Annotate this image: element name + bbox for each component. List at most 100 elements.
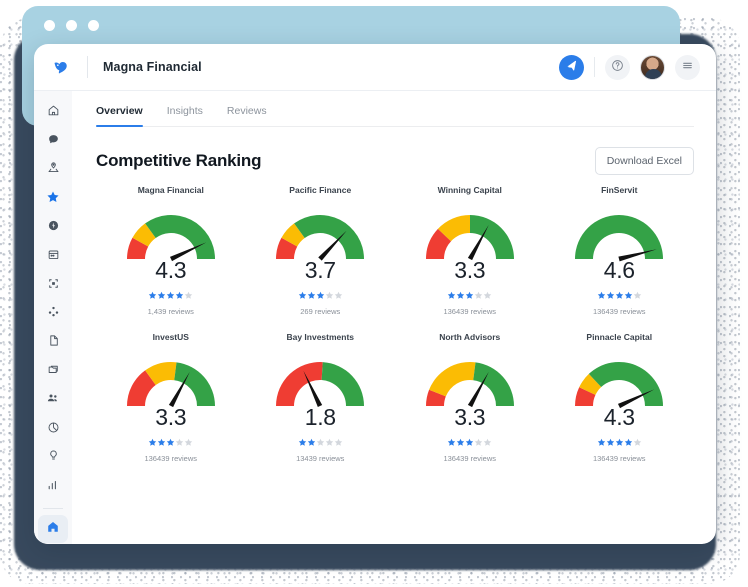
gauge-score: 1.8: [304, 404, 336, 430]
page-title: Competitive Ranking: [96, 151, 262, 170]
lightbulb-icon: [47, 449, 60, 467]
gauge-dial: [276, 362, 365, 408]
gauge-dial: [126, 362, 215, 408]
gauge-dial: [575, 362, 664, 409]
tab-insights[interactable]: Insights: [167, 105, 203, 126]
user-avatar[interactable]: [640, 54, 665, 80]
gauge-title: Winning Capital: [437, 185, 502, 195]
gauge-card[interactable]: Magna Financial 4.3 1,439 reviews: [96, 185, 246, 316]
gauge-score: 3.3: [454, 404, 486, 430]
menu-button[interactable]: [675, 54, 700, 80]
gauge-score: 4.6: [603, 257, 635, 283]
gauge-dial: [425, 215, 514, 261]
window-controls[interactable]: [44, 20, 99, 31]
folder-icon: [47, 363, 60, 381]
help-button[interactable]: [605, 54, 630, 80]
sidebar-item-analytics[interactable]: [38, 473, 68, 501]
sidebar-item-reports[interactable]: [38, 416, 68, 444]
gauge-grid: Magna Financial 4.3 1,439 reviews Pacifi…: [96, 185, 694, 463]
users-icon: [46, 391, 60, 410]
window-dot-close[interactable]: [44, 20, 55, 31]
tab-overview[interactable]: Overview: [96, 105, 143, 127]
gauge-card[interactable]: Bay Investments 1.8 13439 reviews: [246, 332, 396, 463]
star-icon: [46, 190, 60, 209]
sidebar-item-calendar[interactable]: [38, 243, 68, 271]
menu-icon: [681, 59, 694, 75]
send-button[interactable]: [559, 54, 584, 80]
window-dot-minimize[interactable]: [66, 20, 77, 31]
gauge-dial: [575, 215, 664, 262]
gauge-title: Bay Investments: [286, 332, 355, 342]
coin-icon: [47, 219, 60, 237]
header-action-separator: [594, 57, 595, 77]
gauge-title: North Advisors: [439, 332, 501, 342]
star-rating: [148, 435, 193, 451]
gauge-card[interactable]: Winning Capital 3.3 136439 reviews: [395, 185, 545, 316]
sidebar-item-home[interactable]: [38, 99, 68, 127]
help-circle-icon: [611, 59, 624, 75]
review-count: 269 reviews: [300, 307, 341, 316]
app-window: Magna Financial Overview Insights Review…: [34, 44, 716, 544]
home-outline-icon: [47, 104, 60, 122]
review-count: 136439 reviews: [144, 454, 198, 463]
star-rating: [298, 288, 343, 304]
sidebar-item-messages[interactable]: [38, 128, 68, 156]
gauge-card[interactable]: Pinnacle Capital 4.3 136439 reviews: [545, 332, 695, 463]
gauge-card[interactable]: FinServit 4.6 136439 reviews: [545, 185, 695, 316]
gauge-card[interactable]: InvestUS 3.3 136439 reviews: [96, 332, 246, 463]
sidebar-item-files[interactable]: [38, 358, 68, 386]
send-icon: [566, 60, 578, 75]
review-count: 13439 reviews: [296, 454, 345, 463]
main-content: Overview Insights Reviews Competitive Ra…: [72, 91, 716, 544]
star-rating: [597, 435, 642, 451]
header-actions: [559, 54, 700, 80]
download-excel-button[interactable]: Download Excel: [594, 147, 694, 175]
sidebar-item-insights[interactable]: [38, 445, 68, 473]
gauge-title: Pinnacle Capital: [586, 332, 653, 342]
home-filled-icon: [46, 520, 60, 539]
share-nodes-icon: [47, 305, 60, 323]
sidebar-item-share[interactable]: [38, 301, 68, 329]
tab-reviews[interactable]: Reviews: [227, 105, 267, 126]
gauge-score: 3.3: [155, 404, 187, 430]
window-dot-maximize[interactable]: [88, 20, 99, 31]
screenshot-stage: Magna Financial Overview Insights Review…: [0, 0, 748, 587]
sidebar-item-dashboard[interactable]: [38, 515, 68, 543]
calendar-icon: [47, 248, 60, 266]
sidebar-item-qr[interactable]: [38, 272, 68, 300]
star-rating: [148, 288, 193, 304]
gauge-score: 4.3: [603, 404, 635, 430]
star-rating: [298, 435, 343, 451]
chat-bubble-icon: [47, 133, 60, 151]
gauge-title: FinServit: [601, 185, 638, 195]
gauge-title: Magna Financial: [137, 185, 204, 195]
star-rating: [447, 288, 492, 304]
gauge-dial: [126, 214, 215, 262]
sidebar-nav: [34, 91, 72, 544]
app-body: Overview Insights Reviews Competitive Ra…: [34, 91, 716, 544]
sidebar-item-locations[interactable]: [38, 157, 68, 185]
page-header-row: Competitive Ranking Download Excel: [96, 147, 694, 175]
review-count: 136439 reviews: [592, 307, 646, 316]
brand-title: Magna Financial: [103, 60, 202, 74]
gauge-score: 3.3: [454, 257, 486, 283]
qr-code-icon: [47, 277, 60, 295]
gauge-dial: [425, 362, 514, 408]
sidebar-item-reviews[interactable]: [38, 185, 68, 213]
gauge-card[interactable]: North Advisors 3.3 136439 reviews: [395, 332, 545, 463]
pie-chart-icon: [47, 421, 60, 439]
gauge-score: 3.7: [304, 257, 336, 283]
tab-bar: Overview Insights Reviews: [96, 105, 694, 127]
header-divider: [87, 56, 88, 78]
gauge-title: Pacific Finance: [289, 185, 352, 195]
sidebar-item-payments[interactable]: [38, 214, 68, 242]
app-header: Magna Financial: [34, 44, 716, 91]
review-count: 136439 reviews: [443, 454, 497, 463]
sidebar-item-team[interactable]: [38, 387, 68, 415]
star-rating: [447, 435, 492, 451]
gauge-card[interactable]: Pacific Finance 3.7 269 reviews: [246, 185, 396, 316]
gauge-title: InvestUS: [152, 332, 189, 342]
sidebar-item-documents[interactable]: [38, 329, 68, 357]
review-count: 1,439 reviews: [147, 307, 194, 316]
document-icon: [47, 334, 60, 352]
